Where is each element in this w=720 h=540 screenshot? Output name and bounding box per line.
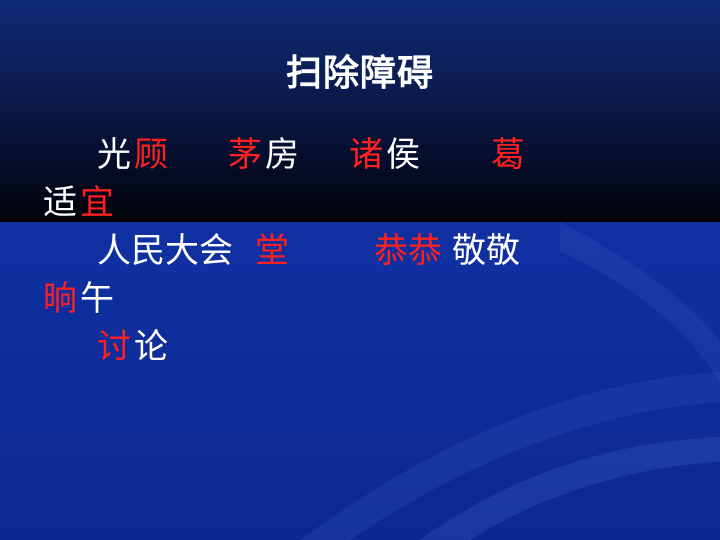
- word-shang: 晌: [43, 279, 77, 319]
- word-tang: 堂: [255, 231, 289, 271]
- word-yi: 宜: [80, 183, 114, 223]
- word-gonggong: 恭恭: [374, 231, 442, 271]
- word-mao: 茅: [228, 135, 262, 175]
- word-renmin-dahui: 人民大会: [97, 231, 233, 271]
- word-ge: 葛: [491, 135, 525, 175]
- word-tao: 讨: [97, 327, 131, 367]
- word-fang: 房: [265, 135, 299, 175]
- word-gu: 顾: [134, 135, 168, 175]
- word-hou: 侯: [386, 135, 420, 175]
- word-zhu: 诸: [349, 135, 383, 175]
- slide-title: 扫除障碍: [285, 53, 434, 94]
- word-lun: 论: [134, 327, 168, 367]
- word-guang: 光: [97, 135, 131, 175]
- slide: 扫除障碍 光 顾 茅 房 诸 侯 葛 适 宜 人民大会 堂 恭恭 敬敬 晌 午 …: [0, 0, 720, 540]
- word-wu: 午: [80, 279, 114, 319]
- word-jingjing: 敬敬: [452, 231, 520, 271]
- word-shi: 适: [43, 183, 77, 223]
